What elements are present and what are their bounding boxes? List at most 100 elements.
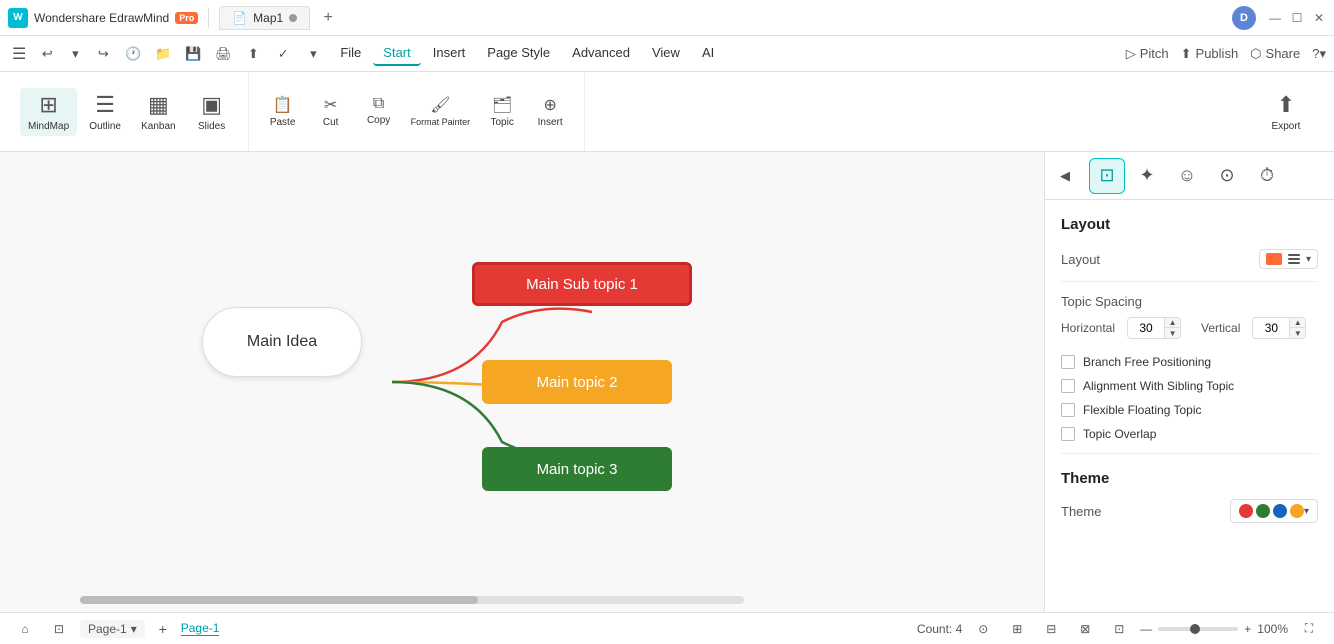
checkbox-topic-overlap-box[interactable] [1061, 427, 1075, 441]
status-view4-button[interactable]: ⊠ [1072, 616, 1098, 642]
panel-collapse-button[interactable]: ◀ [1053, 164, 1077, 188]
checkbox-branch-free-box[interactable] [1061, 355, 1075, 369]
horizontal-field[interactable]: ▲ ▼ [1127, 317, 1181, 339]
panel-tab-shield[interactable]: ⊙ [1209, 158, 1245, 194]
open-button[interactable]: 📁 [150, 41, 176, 67]
right-panel: ◀ ⊡ ✦ ☺ ⊙ ⏱ Layout Layout ▾ [1044, 152, 1334, 612]
horizontal-up[interactable]: ▲ [1164, 318, 1180, 328]
nav-ai[interactable]: AI [692, 41, 724, 66]
horizontal-down[interactable]: ▼ [1164, 328, 1180, 338]
publish-button[interactable]: ⬆ Publish [1181, 46, 1239, 62]
panel-tab-layout[interactable]: ⊡ [1089, 158, 1125, 194]
mark-button[interactable]: ✓ [270, 41, 296, 67]
active-page-label[interactable]: Page-1 [181, 621, 220, 636]
user-avatar: D [1232, 6, 1256, 30]
share-button[interactable]: ⬡ Share [1250, 46, 1300, 62]
nav-page-style[interactable]: Page Style [477, 41, 560, 66]
subtopic3-label: Main topic 3 [537, 461, 618, 478]
publish-label: Publish [1196, 46, 1239, 61]
status-fit-button[interactable]: ⊡ [46, 616, 72, 642]
pitch-button[interactable]: ▷ Pitch [1126, 46, 1169, 62]
save-button[interactable]: 💾 [180, 41, 206, 67]
ribbon-topic[interactable]: 🗂 Topic [480, 91, 524, 132]
zoom-out-icon[interactable]: — [1140, 622, 1152, 636]
undo-dropdown[interactable]: ▾ [62, 41, 88, 67]
subtopic2-node[interactable]: Main topic 2 [482, 360, 672, 404]
status-bar: ⌂ ⊡ Page-1 ▾ + Page-1 Count: 4 ⊙ ⊞ ⊟ ⊠ ⊡… [0, 612, 1334, 644]
ribbon-slides[interactable]: ▣ Slides [188, 88, 236, 136]
vertical-value[interactable] [1253, 319, 1289, 337]
redo-button[interactable]: ↪ [90, 41, 116, 67]
dropdown-more[interactable]: ▾ [300, 41, 326, 67]
zoom-controls: — + 100% [1140, 622, 1288, 636]
scrollbar-thumb[interactable] [80, 596, 478, 604]
status-view5-button[interactable]: ⊡ [1106, 616, 1132, 642]
app-name: Wondershare EdrawMind [34, 11, 169, 25]
print-button[interactable]: 🖨 [210, 41, 236, 67]
checkbox-topic-overlap-label: Topic Overlap [1083, 427, 1156, 441]
nav-insert[interactable]: Insert [423, 41, 476, 66]
theme-selector[interactable]: ▾ [1230, 499, 1318, 523]
canvas[interactable]: Main Idea Main Sub topic 1 Main topic 2 … [0, 152, 1044, 612]
page-selector: Page-1 ▾ [80, 620, 145, 638]
status-view1-button[interactable]: ⊙ [970, 616, 996, 642]
nav-start[interactable]: Start [373, 41, 420, 66]
checkbox-alignment-box[interactable] [1061, 379, 1075, 393]
add-tab-button[interactable]: + [316, 6, 340, 30]
undo-button[interactable]: ↩ [34, 41, 60, 67]
horizontal-label: Horizontal [1061, 321, 1115, 335]
status-home-button[interactable]: ⌂ [12, 616, 38, 642]
copy-icon: ⧉ [373, 95, 384, 113]
status-view3-button[interactable]: ⊟ [1038, 616, 1064, 642]
layout-selector[interactable]: ▾ [1259, 249, 1318, 269]
zoom-slider-thumb[interactable] [1190, 624, 1200, 634]
ribbon-cut[interactable]: ✂ Cut [309, 91, 353, 132]
undo-redo-group: ↩ ▾ ↪ [34, 41, 116, 67]
export-quick-button[interactable]: ⬆ [240, 41, 266, 67]
ribbon-format-painter[interactable]: 🖌 Format Painter [405, 91, 477, 132]
panel-tab-ai[interactable]: ✦ [1129, 158, 1165, 194]
vertical-field[interactable]: ▲ ▼ [1252, 317, 1306, 339]
slides-label: Slides [198, 121, 225, 132]
help-button[interactable]: ?▾ [1312, 46, 1326, 62]
horizontal-value[interactable] [1128, 319, 1164, 337]
nav-advanced[interactable]: Advanced [562, 41, 640, 66]
main-idea-node[interactable]: Main Idea [202, 307, 362, 377]
panel-tab-clock[interactable]: ⏱ [1249, 158, 1285, 194]
horizontal-scrollbar[interactable] [80, 596, 744, 604]
vertical-up[interactable]: ▲ [1289, 318, 1305, 328]
add-page-button[interactable]: + [153, 619, 173, 639]
vertical-down[interactable]: ▼ [1289, 328, 1305, 338]
ribbon-insert[interactable]: ⊕ Insert [528, 91, 572, 132]
ribbon-mindmap[interactable]: ⊞ MindMap [20, 88, 77, 136]
maximize-button[interactable]: ☐ [1290, 11, 1304, 25]
menu-toggle-button[interactable]: ☰ [8, 40, 30, 68]
ribbon: ⊞ MindMap ☰ Outline ▦ Kanban ▣ Slides 📋 … [0, 72, 1334, 152]
panel-tab-emoji[interactable]: ☺ [1169, 158, 1205, 194]
page-dropdown-icon[interactable]: ▾ [131, 622, 137, 636]
ribbon-paste[interactable]: 📋 Paste [261, 91, 305, 132]
close-button[interactable]: ✕ [1312, 11, 1326, 25]
ribbon-kanban[interactable]: ▦ Kanban [133, 88, 183, 136]
pitch-icon: ▷ [1126, 46, 1136, 62]
nav-view[interactable]: View [642, 41, 690, 66]
ribbon-view-group: ⊞ MindMap ☰ Outline ▦ Kanban ▣ Slides [8, 72, 249, 151]
checkbox-flexible-box[interactable] [1061, 403, 1075, 417]
zoom-in-icon[interactable]: + [1244, 622, 1251, 636]
nav-file[interactable]: File [330, 41, 371, 66]
status-view2-button[interactable]: ⊞ [1004, 616, 1030, 642]
ribbon-copy[interactable]: ⧉ Copy [357, 91, 401, 132]
ribbon-outline[interactable]: ☰ Outline [81, 88, 129, 136]
kanban-icon: ▦ [148, 92, 169, 118]
zoom-slider[interactable] [1158, 627, 1238, 631]
theme-color-green [1256, 504, 1270, 518]
subtopic3-node[interactable]: Main topic 3 [482, 447, 672, 491]
fullscreen-button[interactable]: ⛶ [1296, 616, 1322, 642]
layout-grid-icon [1266, 253, 1282, 265]
subtopic1-node[interactable]: Main Sub topic 1 [472, 262, 692, 306]
export-label: Export [1272, 121, 1301, 132]
local-backup-button[interactable]: 🕐 [120, 41, 146, 67]
ribbon-export[interactable]: ⬆ Export [1262, 88, 1310, 136]
file-tab[interactable]: 📄 Map1 [219, 6, 310, 30]
minimize-button[interactable]: — [1268, 11, 1282, 25]
